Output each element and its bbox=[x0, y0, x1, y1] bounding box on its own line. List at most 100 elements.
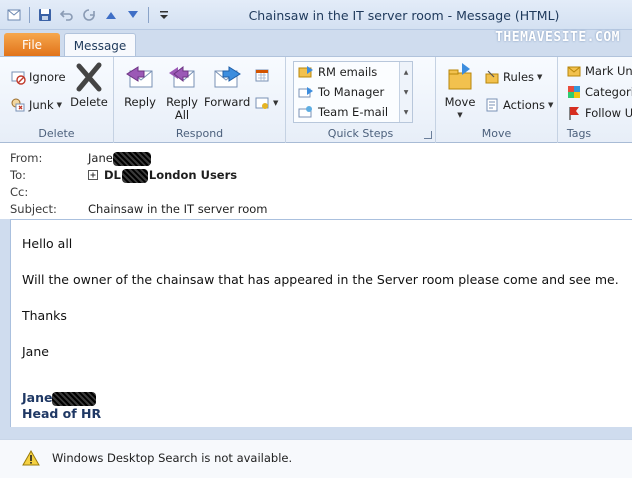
reply-icon bbox=[126, 66, 153, 88]
more-respond-button[interactable]: ▼ bbox=[254, 93, 278, 113]
categorize-label: Categoriz bbox=[585, 85, 632, 99]
junk-label: Junk bbox=[29, 98, 54, 112]
move-group: Move ▼ Rules ▼ Actions ▼ Move bbox=[436, 57, 558, 143]
ignore-button[interactable]: Ignore bbox=[10, 67, 66, 87]
chevron-down-icon: ▼ bbox=[457, 111, 463, 119]
quick-step-team-email[interactable]: Team E-mail bbox=[294, 102, 412, 122]
respond-group: Reply Reply All Forward ▼ Respond bbox=[114, 57, 286, 143]
greeting-line: Hello all bbox=[22, 236, 73, 251]
rules-label: Rules bbox=[503, 70, 535, 84]
quick-steps-group: RM emails To Manager Team E-mail ▲ ▼ ▼ Q… bbox=[286, 57, 436, 143]
reply-label: Reply bbox=[124, 95, 156, 109]
info-bar-text: Windows Desktop Search is not available. bbox=[52, 451, 293, 465]
tags-group: Mark Unr Categoriz Follow U Tags bbox=[558, 57, 632, 143]
respond-group-label: Respond bbox=[175, 127, 224, 140]
from-value[interactable]: Jane bbox=[88, 151, 151, 166]
message-body[interactable]: Hello all Will the owner of the chainsaw… bbox=[10, 219, 632, 427]
delete-group-label: Delete bbox=[38, 127, 75, 140]
to-prefix: DL bbox=[104, 168, 121, 182]
window-title: Chainsaw in the IT server room - Message… bbox=[248, 8, 560, 23]
message-header: From: Jane To: DL London Users Cc: Subjec… bbox=[0, 143, 632, 219]
tab-file[interactable]: File bbox=[4, 33, 60, 56]
reply-all-icon bbox=[169, 65, 195, 88]
redaction bbox=[121, 168, 148, 183]
subject-label: Subject: bbox=[10, 202, 57, 216]
junk-icon bbox=[11, 98, 25, 112]
move-label: Move bbox=[444, 95, 476, 109]
more-respond-icon bbox=[255, 97, 269, 109]
follow-up-button[interactable]: Follow U bbox=[566, 103, 632, 123]
ribbon-tabs: File Message bbox=[0, 30, 632, 57]
tab-message[interactable]: Message bbox=[64, 33, 136, 57]
quick-step-label: RM emails bbox=[318, 65, 378, 79]
info-bar: Windows Desktop Search is not available. bbox=[0, 439, 632, 478]
mark-unread-button[interactable]: Mark Unr bbox=[566, 61, 632, 81]
mark-unread-label: Mark Unr bbox=[585, 64, 632, 78]
actions-button[interactable]: Actions ▼ bbox=[484, 95, 553, 115]
junk-button[interactable]: Junk ▼ bbox=[10, 95, 62, 115]
quick-step-label: To Manager bbox=[318, 85, 385, 99]
rules-icon bbox=[485, 70, 499, 84]
chevron-down-icon: ▼ bbox=[56, 101, 63, 109]
cc-label: Cc: bbox=[10, 185, 29, 199]
signature-name-row: Jane bbox=[22, 390, 632, 406]
quick-step-rm-emails[interactable]: RM emails bbox=[294, 62, 412, 82]
actions-label: Actions bbox=[503, 98, 546, 112]
warning-icon bbox=[22, 450, 40, 466]
expand-gallery-icon[interactable]: ▼ bbox=[404, 109, 409, 116]
thanks-line: Thanks bbox=[22, 308, 67, 323]
quick-steps-group-label: Quick Steps bbox=[327, 127, 394, 140]
folder-move-icon bbox=[298, 66, 313, 78]
to-suffix: London Users bbox=[148, 168, 238, 182]
delete-group: Ignore Junk ▼ Delete Delete bbox=[0, 57, 114, 143]
subject-value: Chainsaw in the IT server room bbox=[88, 202, 268, 216]
forward-icon bbox=[214, 66, 241, 88]
name-line: Jane bbox=[22, 344, 49, 359]
quick-steps-scroller[interactable]: ▲ ▼ ▼ bbox=[399, 62, 412, 122]
redaction bbox=[52, 391, 97, 406]
quick-step-label: Team E-mail bbox=[318, 105, 389, 119]
meeting-button[interactable] bbox=[254, 65, 270, 85]
ignore-label: Ignore bbox=[29, 70, 66, 84]
signature-title: Head of HR bbox=[22, 406, 102, 421]
body-line: Will the owner of the chainsaw that has … bbox=[22, 272, 619, 287]
mark-unread-icon bbox=[567, 66, 581, 77]
categorize-icon bbox=[568, 86, 580, 98]
rules-button[interactable]: Rules ▼ bbox=[484, 67, 542, 87]
redaction bbox=[112, 151, 151, 166]
calendar-icon bbox=[255, 69, 269, 82]
delete-x-icon bbox=[76, 62, 102, 92]
signature-name: Jane bbox=[22, 390, 53, 405]
ignore-icon bbox=[11, 71, 26, 85]
follow-up-label: Follow U bbox=[585, 106, 632, 120]
to-label: To: bbox=[10, 168, 26, 182]
move-folder-icon bbox=[448, 63, 472, 90]
forward-label: Forward bbox=[204, 95, 251, 109]
from-name: Jane bbox=[88, 151, 113, 165]
reply-all-label-line2: All bbox=[174, 108, 190, 122]
team-email-icon bbox=[298, 106, 312, 118]
from-label: From: bbox=[10, 151, 43, 165]
move-button[interactable]: Move ▼ bbox=[440, 61, 480, 122]
delete-button[interactable]: Delete bbox=[70, 61, 108, 109]
expand-group-icon[interactable] bbox=[88, 170, 98, 180]
quick-step-to-manager[interactable]: To Manager bbox=[294, 82, 412, 102]
delete-label: Delete bbox=[70, 95, 108, 109]
actions-icon bbox=[486, 98, 498, 112]
flag-icon bbox=[569, 107, 579, 120]
chevron-down-icon: ▼ bbox=[537, 73, 543, 81]
move-group-label: Move bbox=[481, 127, 512, 140]
categorize-button[interactable]: Categoriz bbox=[566, 82, 632, 102]
title-bar: Chainsaw in the IT server room - Message… bbox=[0, 0, 632, 30]
reply-button[interactable]: Reply bbox=[120, 61, 160, 109]
ribbon: Ignore Junk ▼ Delete Delete Reply Reply … bbox=[0, 56, 632, 143]
quick-steps-gallery: RM emails To Manager Team E-mail ▲ ▼ ▼ bbox=[293, 61, 413, 123]
scroll-down-icon[interactable]: ▼ bbox=[404, 89, 409, 96]
to-value[interactable]: DL London Users bbox=[88, 168, 237, 183]
chevron-down-icon: ▼ bbox=[548, 101, 554, 109]
to-manager-icon bbox=[298, 87, 313, 98]
tags-group-label: Tags bbox=[566, 127, 592, 140]
scroll-up-icon[interactable]: ▲ bbox=[404, 69, 409, 76]
forward-button[interactable]: Forward bbox=[204, 61, 250, 109]
reply-all-button[interactable]: Reply All bbox=[162, 61, 202, 122]
